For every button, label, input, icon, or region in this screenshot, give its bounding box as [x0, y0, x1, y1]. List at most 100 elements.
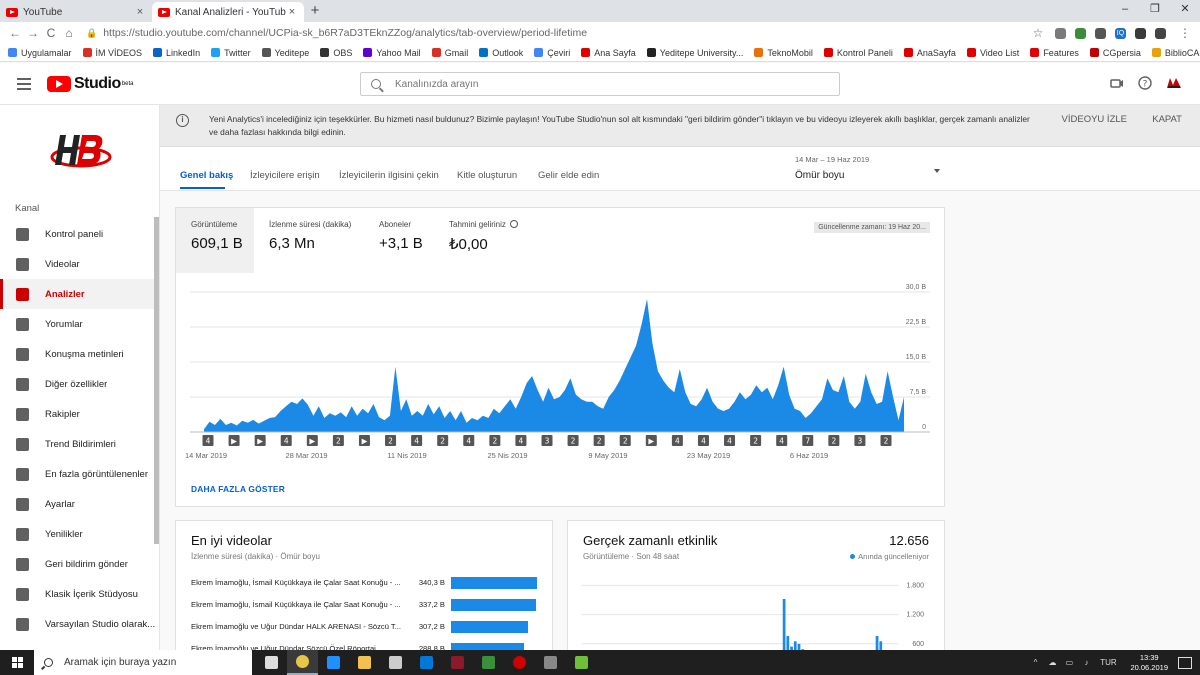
kpi-subscribers[interactable]: Aboneler +3,1 B: [364, 208, 434, 273]
bookmark-item[interactable]: Kontrol Paneli: [823, 48, 893, 58]
back-icon[interactable]: ←: [6, 26, 24, 40]
bookmark-item[interactable]: TeknoMobil: [754, 48, 813, 58]
tab-engagement[interactable]: İzleyicilerin ilgisini çekin: [339, 170, 439, 181]
bookmark-item[interactable]: OBS: [320, 48, 352, 58]
search-input[interactable]: [395, 78, 795, 90]
bookmark-item[interactable]: Outlook: [479, 48, 523, 58]
bookmark-item[interactable]: Uygulamalar: [8, 48, 72, 58]
kpi-views[interactable]: Görüntüleme 609,1 B: [176, 208, 254, 273]
kpi-revenue[interactable]: Tahmini geliriniz ₺0,00: [434, 208, 544, 273]
bookmark-item[interactable]: Twitter: [211, 48, 251, 58]
forward-icon[interactable]: →: [24, 26, 42, 40]
sidebar-item[interactable]: Ayarlar: [0, 489, 155, 519]
top-video-row[interactable]: Ekrem İmamoğlu, İsmail Küçükkaya ile Çal…: [191, 598, 541, 612]
extension-icon[interactable]: [1095, 27, 1106, 39]
sidebar-item[interactable]: Yenilikler: [0, 519, 155, 549]
browser-tab-studio[interactable]: Kanal Analizleri - YouTube Studio ×: [152, 2, 304, 22]
sidebar-item[interactable]: Analizler: [0, 279, 155, 309]
tab-revenue[interactable]: Gelir elde edin: [538, 170, 599, 181]
taskbar-app[interactable]: [504, 650, 535, 675]
browser-tab-youtube[interactable]: YouTube ×: [0, 2, 152, 22]
channel-avatar[interactable]: [50, 127, 112, 177]
sidebar-item[interactable]: Videolar: [0, 249, 155, 279]
tab-audience[interactable]: Kitle oluşturun: [457, 170, 517, 181]
top-video-row[interactable]: Ekrem İmamoğlu ve Uğur Dündar HALK ARENA…: [191, 620, 541, 634]
bookmark-item[interactable]: Gmail: [431, 48, 468, 58]
bookmark-item[interactable]: Video List: [966, 48, 1019, 58]
taskbar-app[interactable]: [380, 650, 411, 675]
clock[interactable]: 13:39 20.06.2019: [1130, 653, 1168, 673]
taskbar-app[interactable]: [287, 650, 318, 675]
bookmark-item[interactable]: İM VİDEOS: [82, 48, 142, 58]
close-window-button[interactable]: ✕: [1170, 0, 1200, 20]
channel-search[interactable]: [360, 72, 840, 96]
watch-video-button[interactable]: VİDEOYU İZLE: [1062, 114, 1127, 125]
close-banner-button[interactable]: KAPAT: [1152, 114, 1182, 125]
sidebar-item[interactable]: Diğer özellikler: [0, 369, 155, 399]
studio-logo[interactable]: Studio beta: [47, 75, 133, 93]
taskbar-app[interactable]: [442, 650, 473, 675]
bookmark-item[interactable]: CGpersia: [1089, 48, 1141, 58]
tab-close-icon[interactable]: ×: [134, 6, 146, 18]
sidebar-item[interactable]: Geri bildirim gönder: [0, 549, 155, 579]
extension-icon[interactable]: [1055, 27, 1066, 39]
start-button[interactable]: [0, 650, 34, 675]
taskbar-app[interactable]: [473, 650, 504, 675]
sidebar-item[interactable]: Trend Bildirimleri: [0, 429, 155, 459]
home-icon[interactable]: ⌂: [60, 26, 78, 40]
tab-reach[interactable]: İzleyicilere erişin: [250, 170, 320, 181]
tab-overview[interactable]: Genel bakış: [180, 170, 233, 181]
taskbar-app[interactable]: [349, 650, 380, 675]
sidebar-item[interactable]: Klasik İçerik Stüdyosu: [0, 579, 155, 609]
sidebar-item[interactable]: Varsayılan Studio olarak...: [0, 609, 155, 639]
extension-icon[interactable]: [1155, 27, 1166, 39]
sidebar-item[interactable]: Kontrol paneli: [0, 219, 155, 249]
extension-icon[interactable]: [1075, 27, 1086, 39]
tab-close-icon[interactable]: ×: [286, 6, 298, 18]
language-indicator[interactable]: TUR: [1097, 658, 1119, 667]
bookmark-item[interactable]: Yahoo Mail: [363, 48, 421, 58]
bookmark-item[interactable]: Features: [1030, 48, 1079, 58]
top-video-row[interactable]: Ekrem İmamoğlu, İsmail Küçükkaya ile Çal…: [191, 576, 541, 590]
show-more-link[interactable]: DAHA FAZLA GÖSTER: [191, 484, 285, 494]
extension-icon[interactable]: IQ: [1115, 27, 1126, 39]
reload-icon[interactable]: C: [42, 26, 60, 40]
taskbar-app[interactable]: [318, 650, 349, 675]
realtime-bar[interactable]: [793, 641, 797, 650]
period-selector[interactable]: 14 Mar – 19 Haz 2019 Ömür boyu: [795, 155, 940, 181]
notifications-icon[interactable]: [1178, 656, 1192, 669]
bookmark-item[interactable]: Yeditepe University...: [646, 48, 743, 58]
new-tab-button[interactable]: +: [304, 2, 326, 22]
extension-icon[interactable]: [1135, 27, 1146, 39]
sidebar-scrollbar[interactable]: [154, 217, 159, 544]
realtime-bar[interactable]: [879, 641, 883, 650]
top-video-row[interactable]: Ekrem İmamoğlu ve Uğur Dündar Sözcü Özel…: [191, 642, 541, 650]
realtime-bar[interactable]: [875, 636, 879, 650]
sidebar-item[interactable]: En fazla görüntülenenler: [0, 459, 155, 489]
taskbar-app[interactable]: [566, 650, 597, 675]
volume-icon[interactable]: ♪: [1080, 658, 1092, 667]
taskbar-app[interactable]: [411, 650, 442, 675]
kpi-watch-time[interactable]: İzlenme süresi (dakika) 6,3 Mn: [254, 208, 362, 273]
help-icon[interactable]: ?: [1138, 76, 1152, 90]
taskbar-app[interactable]: [535, 650, 566, 675]
camera-icon[interactable]: [1110, 76, 1124, 90]
realtime-bar[interactable]: [786, 636, 790, 650]
onedrive-icon[interactable]: ☁: [1046, 658, 1058, 667]
bookmark-item[interactable]: LinkedIn: [153, 48, 200, 58]
sidebar-item[interactable]: Rakipler: [0, 399, 155, 429]
maximize-button[interactable]: ❐: [1140, 0, 1170, 20]
account-icon[interactable]: [1166, 76, 1181, 90]
minimize-button[interactable]: –: [1110, 0, 1140, 20]
bookmark-item[interactable]: BiblioCAD: [1151, 48, 1200, 58]
battery-icon[interactable]: ▭: [1063, 658, 1075, 667]
bookmark-item[interactable]: Çeviri: [534, 48, 570, 58]
url-field[interactable]: 🔒 https://studio.youtube.com/channel/UCP…: [86, 24, 1029, 42]
hamburger-menu-icon[interactable]: [17, 75, 31, 93]
tray-chevron-icon[interactable]: ^: [1029, 658, 1041, 667]
taskbar-search[interactable]: Aramak için buraya yazın: [34, 650, 252, 675]
sidebar-item[interactable]: Konuşma metinleri: [0, 339, 155, 369]
taskbar-app[interactable]: [256, 650, 287, 675]
bookmark-star-icon[interactable]: ☆: [1029, 26, 1047, 40]
bookmark-item[interactable]: AnaSayfa: [903, 48, 956, 58]
